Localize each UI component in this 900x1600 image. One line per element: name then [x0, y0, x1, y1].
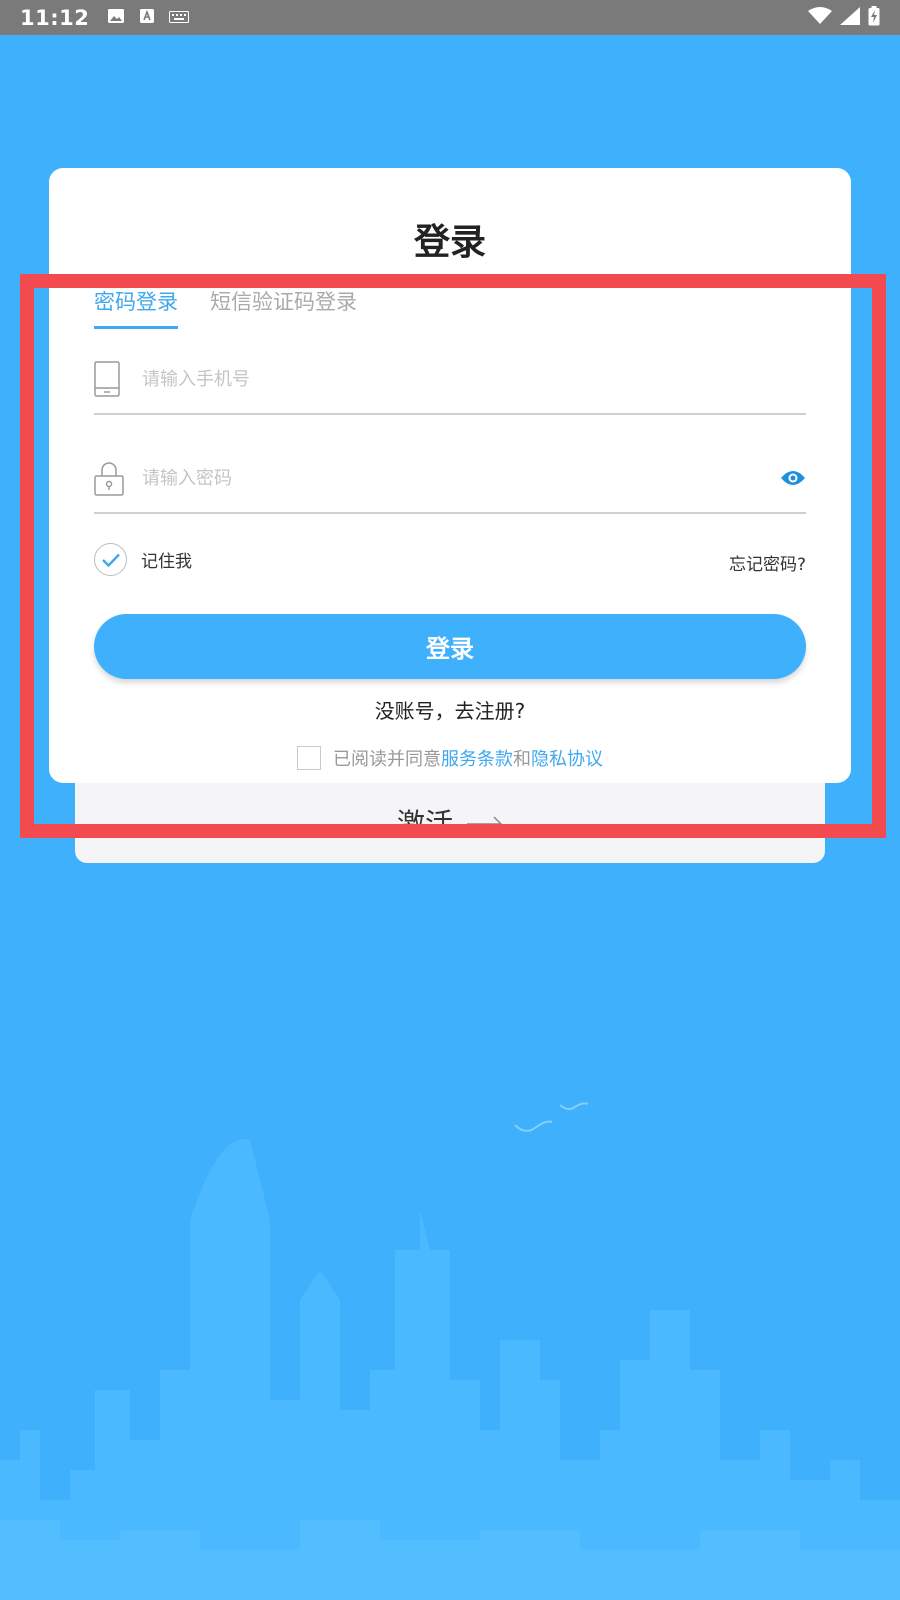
page-title: 登录	[413, 222, 486, 263]
highlight-frame	[20, 274, 886, 838]
status-right-icons	[808, 5, 880, 30]
wifi-icon	[808, 6, 832, 29]
status-bar: 11:12	[0, 0, 900, 35]
image-icon	[107, 8, 125, 28]
text-a-icon	[139, 8, 155, 28]
status-time: 11:12	[20, 5, 90, 30]
city-skyline-illustration	[0, 1102, 900, 1600]
keyboard-icon	[169, 8, 190, 27]
signal-icon	[840, 6, 860, 29]
battery-icon	[868, 5, 880, 30]
status-left-icons	[107, 8, 190, 28]
